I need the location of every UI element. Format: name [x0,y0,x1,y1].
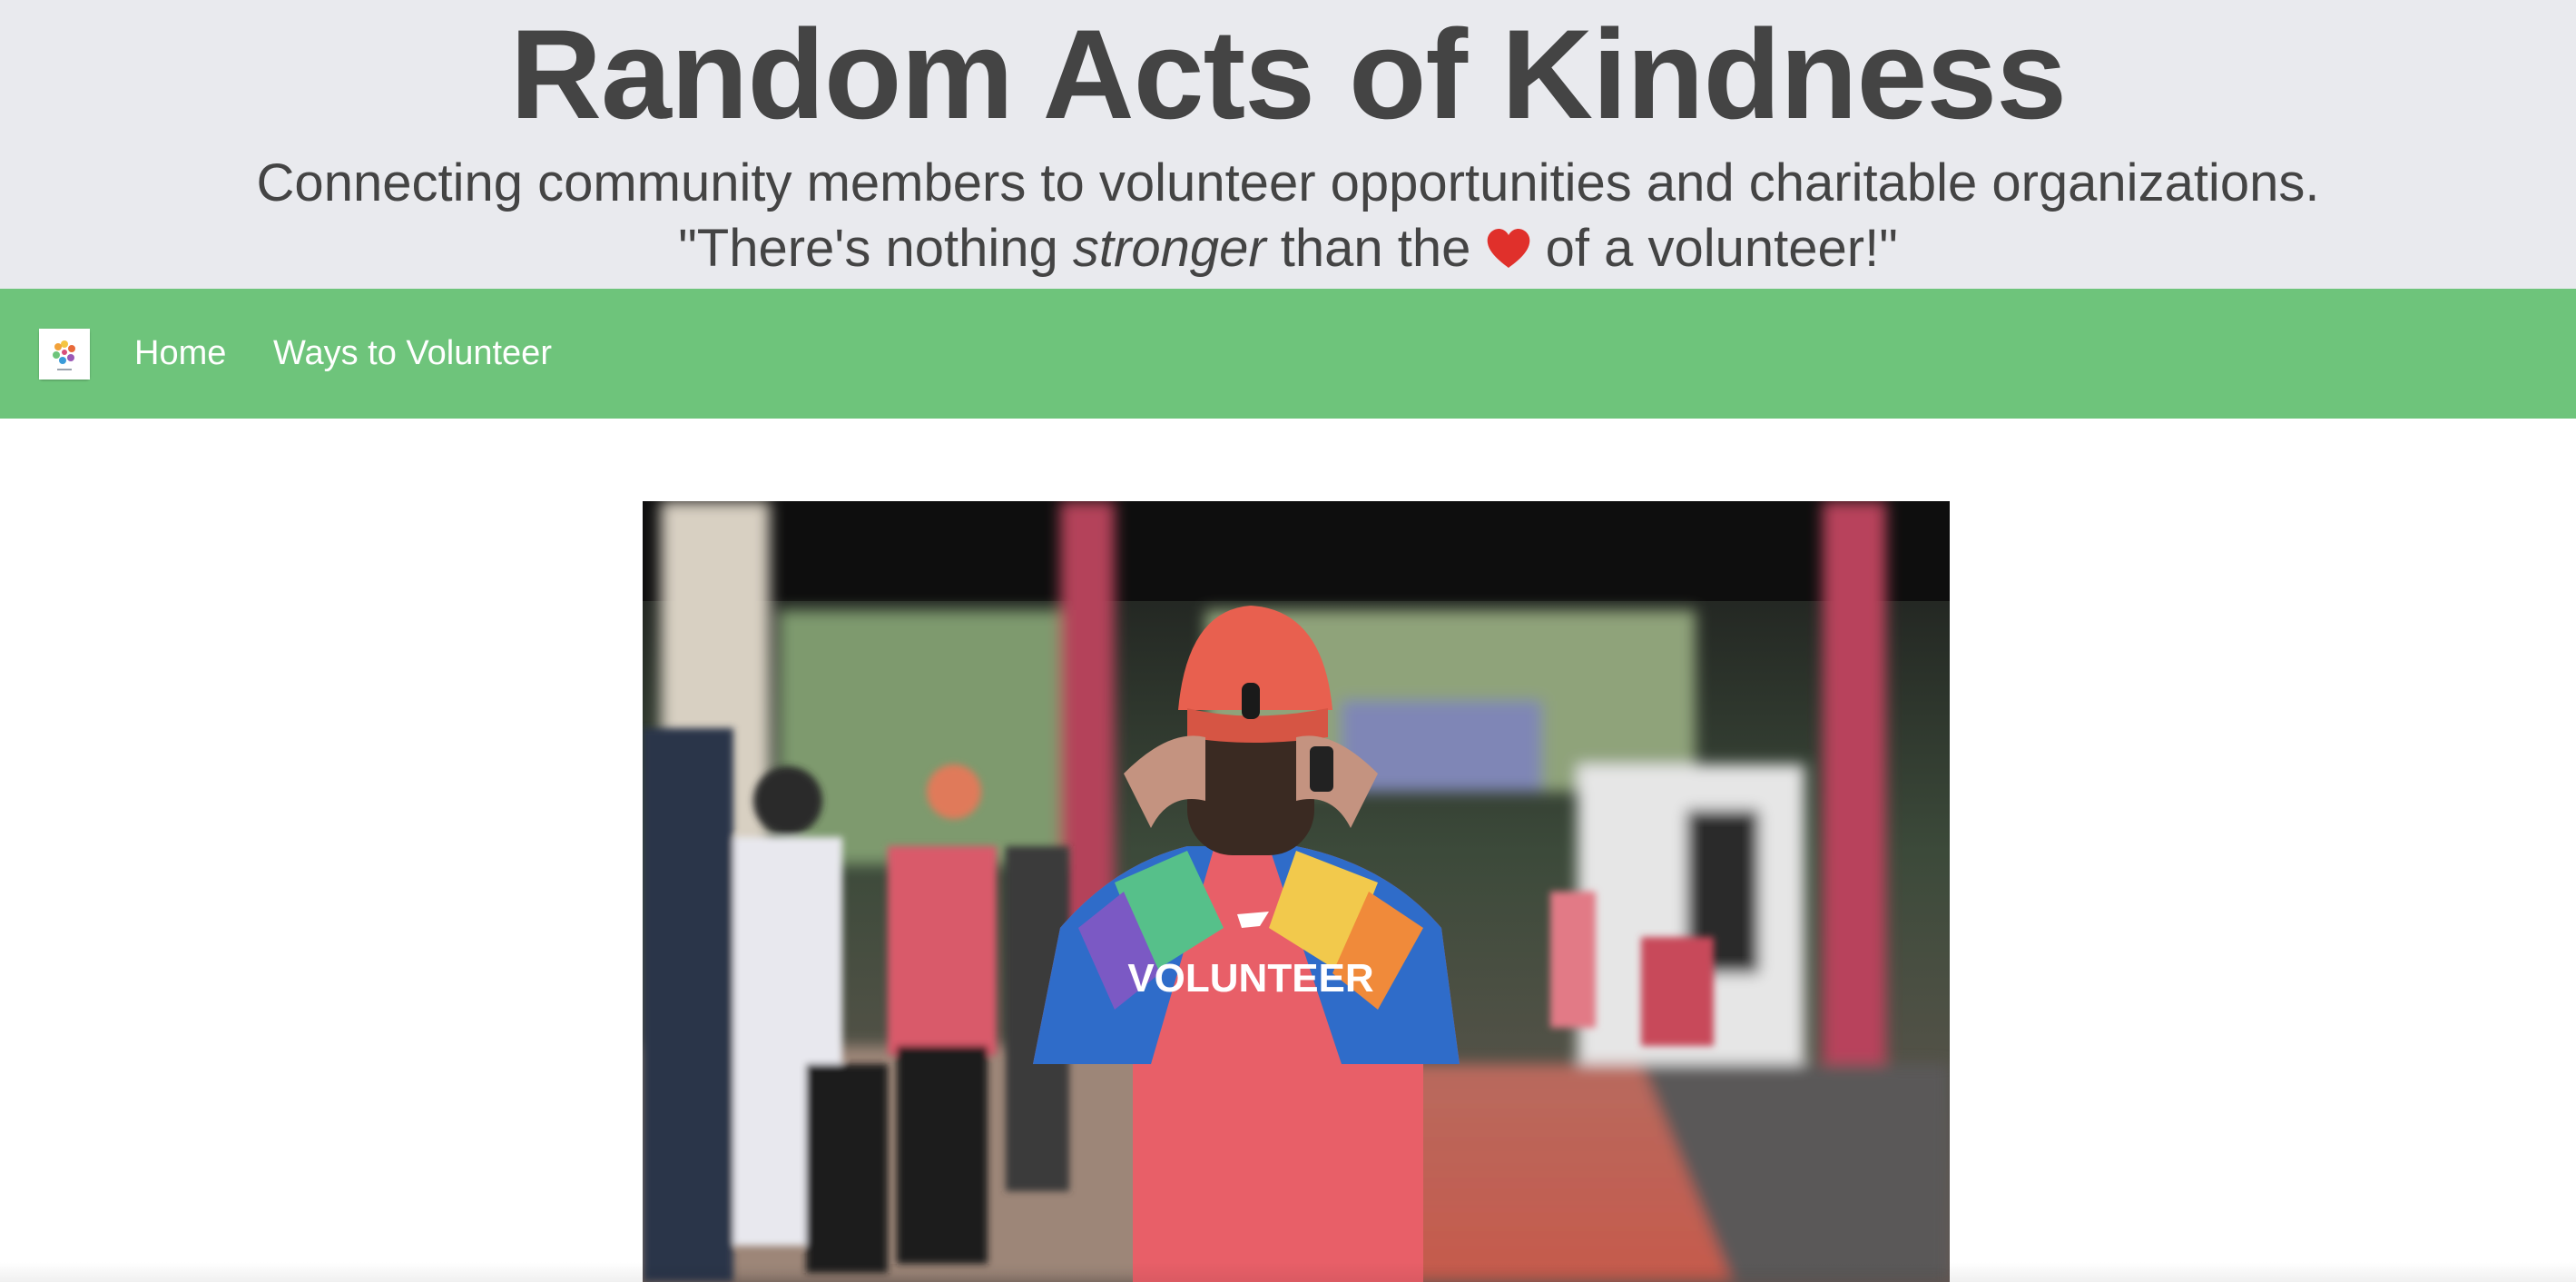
nav-link-ways-to-volunteer[interactable]: Ways to Volunteer [273,289,552,419]
logo-icon [39,329,90,380]
heart-icon [1486,220,1531,268]
site-header: Random Acts of Kindness Connecting commu… [0,0,2576,289]
hero-image: VOLUNTEER [643,501,1950,1282]
site-title: Random Acts of Kindness [509,3,2067,145]
quote-emphasis: stronger [1072,219,1266,278]
quote-open: "There's nothing [678,219,1073,278]
site-tagline: Connecting community members to voluntee… [256,153,2320,212]
volunteer-photo: VOLUNTEER [643,501,1950,1282]
main-navbar: Home Ways to Volunteer [0,289,2576,419]
quote-middle: than the [1265,219,1486,278]
quote-close: of a volunteer!" [1530,219,1898,278]
shirt-text: VOLUNTEER [1127,956,1373,1001]
organization-logo[interactable] [39,329,90,380]
nav-link-home[interactable]: Home [134,289,226,419]
volunteer-quote: "There's nothing stronger than the of a … [0,216,2576,281]
